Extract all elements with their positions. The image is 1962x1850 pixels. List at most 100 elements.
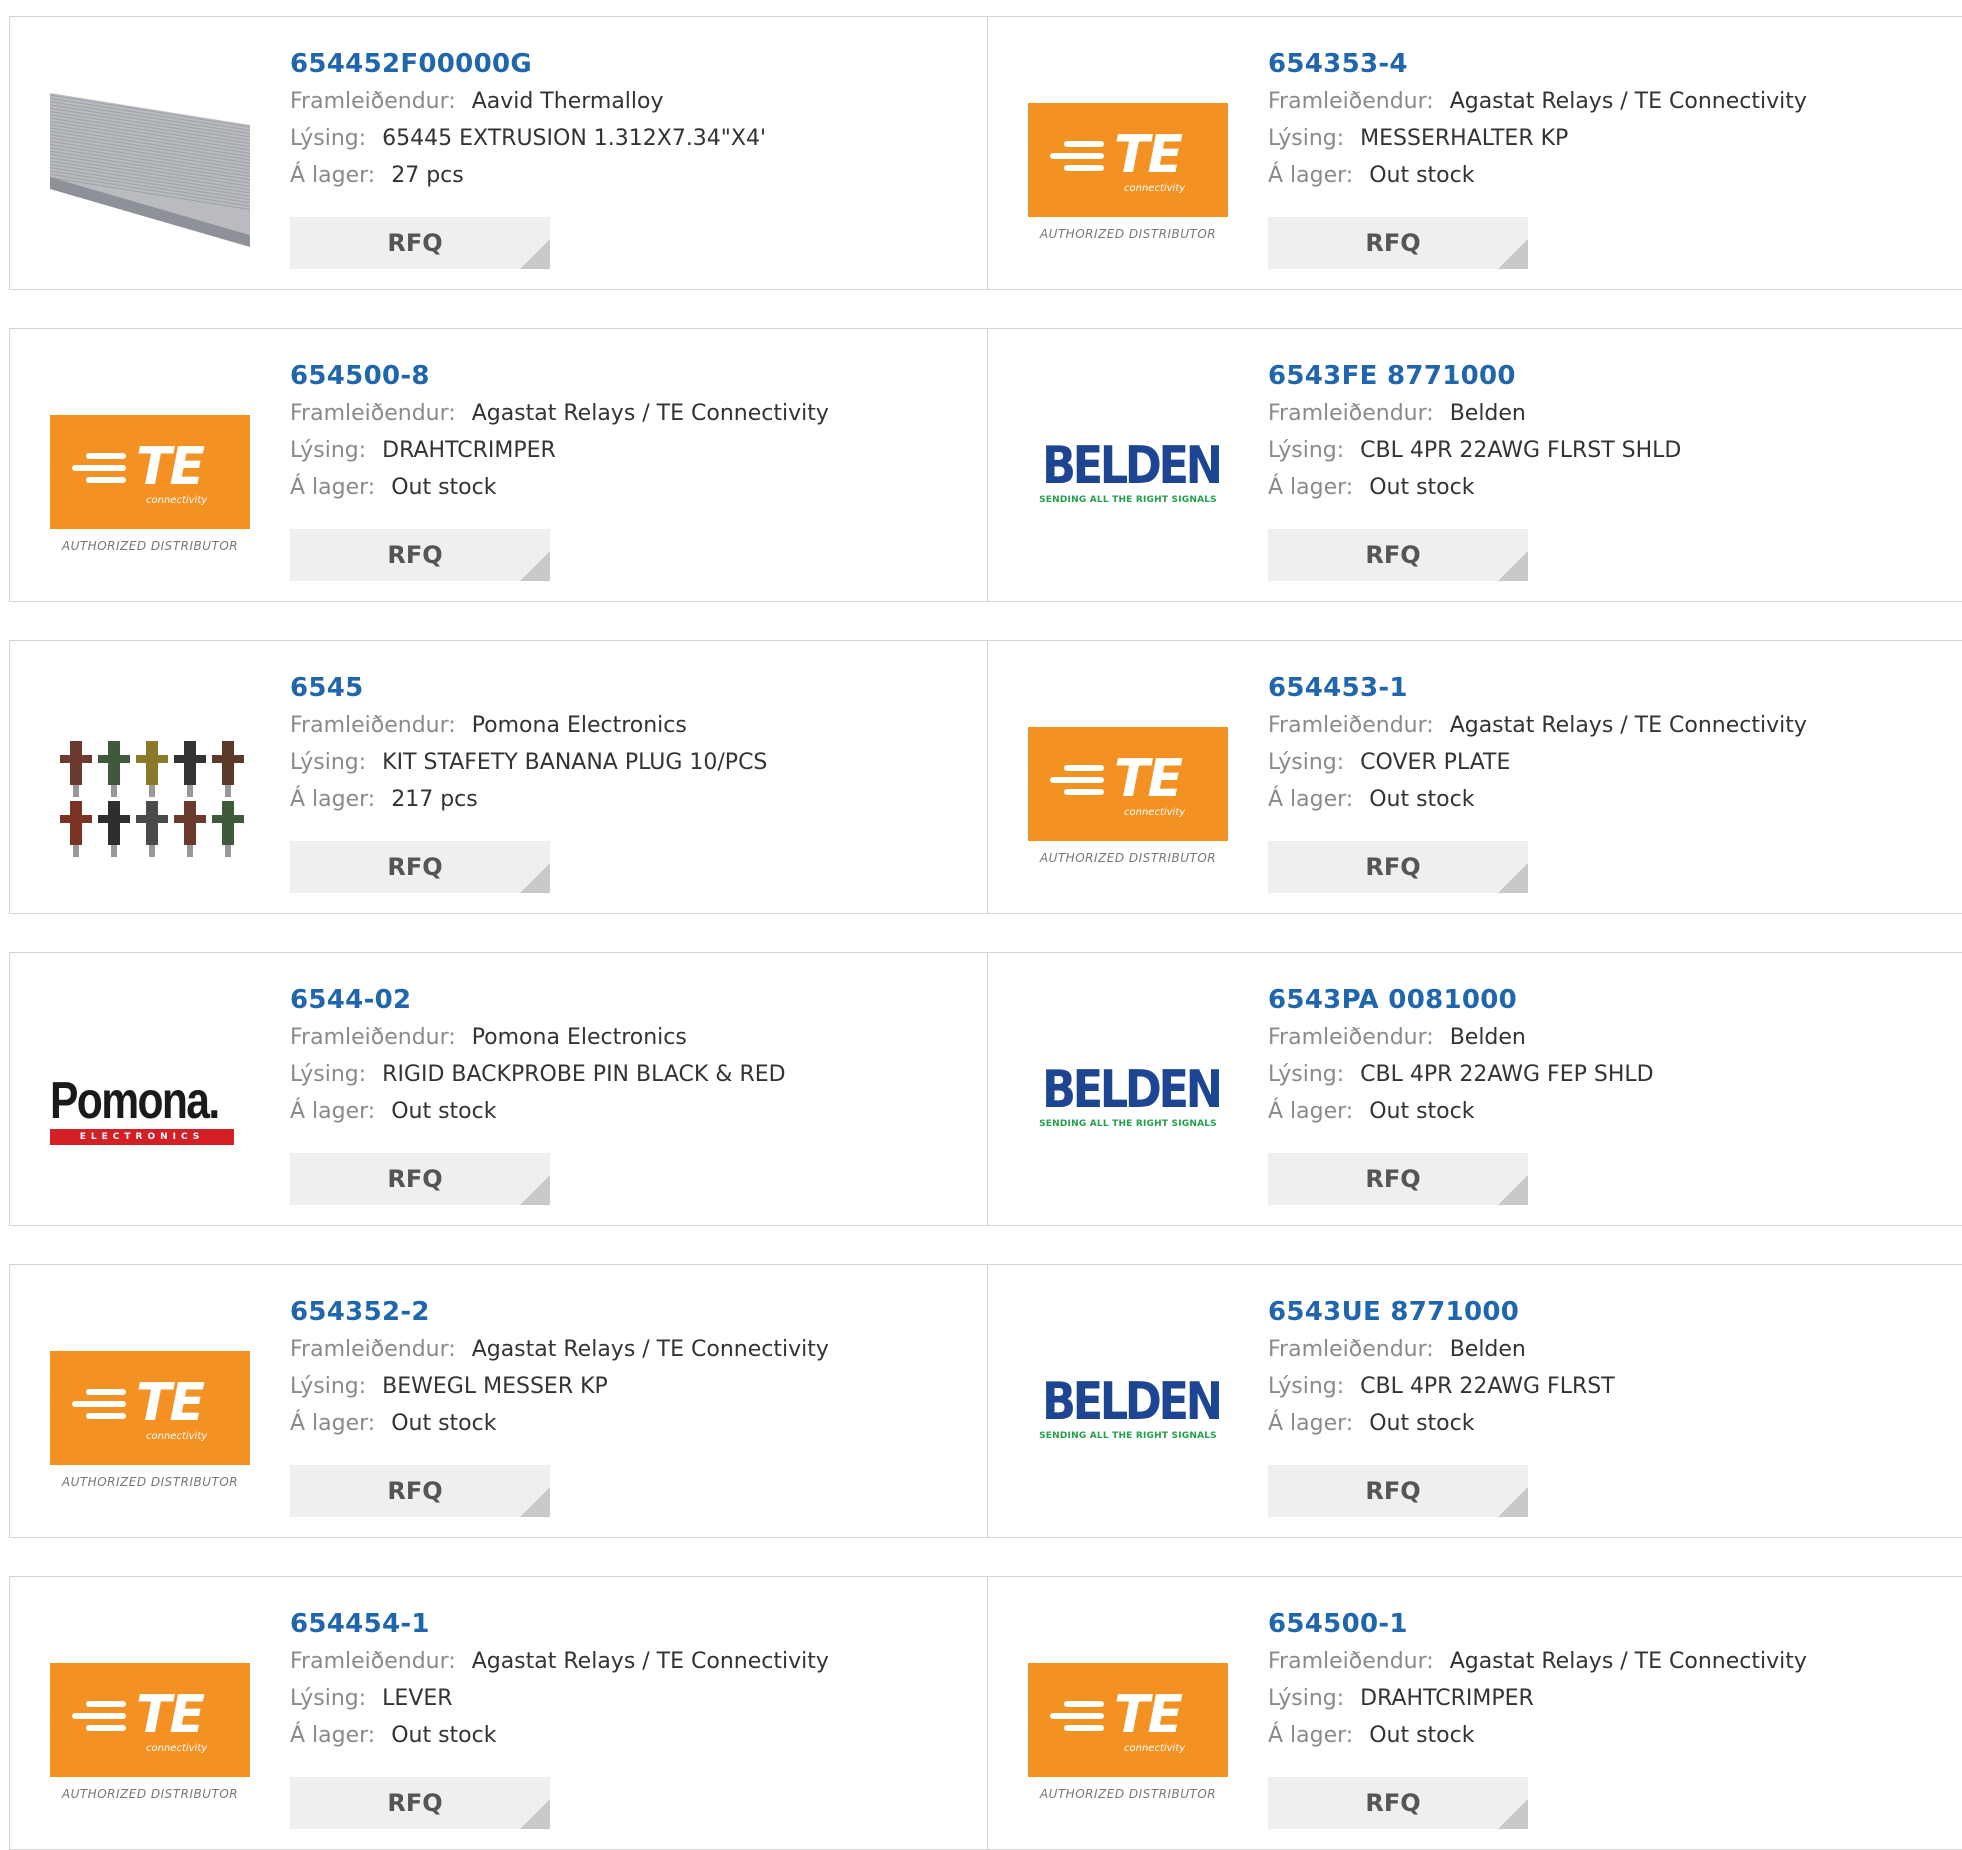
product-info: 654454-1 Framleiðendur: Agastat Relays / … — [290, 1605, 829, 1754]
manufacturer-label: Framleiðendur: — [1268, 89, 1434, 114]
stock-line: Á lager: 27 pcs — [290, 157, 766, 194]
manufacturer-line: Framleiðendur: Agastat Relays / TE Connec… — [1268, 707, 1807, 744]
rfq-button[interactable]: RFQ — [290, 529, 550, 581]
description-line: Lýsing: COVER PLATE — [1268, 744, 1807, 781]
rfq-label: RFQ — [387, 1789, 443, 1817]
te-logo-icon: TE connectivity — [50, 1351, 250, 1465]
rfq-button[interactable]: RFQ — [1268, 217, 1528, 269]
stock-label: Á lager: — [1268, 163, 1354, 188]
description-line: Lýsing: LEVER — [290, 1680, 829, 1717]
stock-value: Out stock — [391, 1411, 497, 1436]
description-value: LEVER — [382, 1686, 453, 1711]
product-image[interactable]: TE connectivity AUTHORIZED DISTRIBUTOR — [50, 1625, 250, 1815]
te-logo-icon: TE connectivity — [50, 415, 250, 529]
manufacturer-line: Framleiðendur: Pomona Electronics — [290, 1019, 786, 1056]
product-card: BELDEN SENDING ALL THE RIGHT SIGNALS 6543… — [987, 1265, 1962, 1537]
heatsink-icon — [49, 93, 251, 247]
description-label: Lýsing: — [290, 438, 367, 463]
part-number-link[interactable]: 6545 — [290, 669, 767, 707]
part-number-link[interactable]: 654454-1 — [290, 1605, 829, 1643]
product-image[interactable]: TE connectivity AUTHORIZED DISTRIBUTOR — [1028, 1625, 1228, 1815]
part-number-link[interactable]: 654500-8 — [290, 357, 829, 395]
corner-triangle-icon — [1498, 1799, 1528, 1829]
part-number-link[interactable]: 654500-1 — [1268, 1605, 1807, 1643]
stock-line: Á lager: Out stock — [1268, 469, 1681, 506]
description-line: Lýsing: DRAHTCRIMPER — [290, 432, 829, 469]
description-label: Lýsing: — [290, 750, 367, 775]
manufacturer-value: Agastat Relays / TE Connectivity — [1449, 89, 1807, 114]
description-value: BEWEGL MESSER KP — [382, 1374, 608, 1399]
stock-line: Á lager: Out stock — [1268, 1093, 1654, 1130]
product-row: TE connectivity AUTHORIZED DISTRIBUTOR 654… — [9, 328, 1962, 602]
stock-line: Á lager: Out stock — [1268, 781, 1807, 818]
stock-label: Á lager: — [290, 787, 376, 812]
part-number-link[interactable]: 654453-1 — [1268, 669, 1807, 707]
rfq-button[interactable]: RFQ — [290, 1153, 550, 1205]
description-line: Lýsing: DRAHTCRIMPER — [1268, 1680, 1807, 1717]
product-card: TE connectivity AUTHORIZED DISTRIBUTOR 654… — [987, 17, 1962, 289]
part-number-link[interactable]: 6544-02 — [290, 981, 786, 1019]
part-number-link[interactable]: 654353-4 — [1268, 45, 1807, 83]
description-label: Lýsing: — [290, 126, 367, 151]
product-image[interactable]: BELDEN SENDING ALL THE RIGHT SIGNALS — [1028, 1313, 1228, 1503]
manufacturer-value: Agastat Relays / TE Connectivity — [471, 1337, 829, 1362]
description-label: Lýsing: — [1268, 1686, 1345, 1711]
te-logo-icon: TE connectivity — [1028, 1663, 1228, 1777]
rfq-button[interactable]: RFQ — [1268, 841, 1528, 893]
manufacturer-value: Agastat Relays / TE Connectivity — [1449, 713, 1807, 738]
rfq-label: RFQ — [387, 229, 443, 257]
rfq-label: RFQ — [1365, 1165, 1421, 1193]
product-card: TE connectivity AUTHORIZED DISTRIBUTOR 654… — [987, 1577, 1962, 1849]
belden-logo-icon: BELDEN SENDING ALL THE RIGHT SIGNALS — [1039, 436, 1223, 505]
manufacturer-label: Framleiðendur: — [290, 1649, 456, 1674]
rfq-button[interactable]: RFQ — [1268, 1153, 1528, 1205]
manufacturer-line: Framleiðendur: Agastat Relays / TE Connec… — [290, 1331, 829, 1368]
stock-line: Á lager: Out stock — [290, 1717, 829, 1754]
manufacturer-value: Aavid Thermalloy — [471, 89, 664, 114]
corner-triangle-icon — [520, 1487, 550, 1517]
product-card: TE connectivity AUTHORIZED DISTRIBUTOR 654… — [10, 329, 987, 601]
stock-label: Á lager: — [1268, 1099, 1354, 1124]
product-image[interactable]: BELDEN SENDING ALL THE RIGHT SIGNALS — [1028, 1001, 1228, 1191]
product-image[interactable]: BELDEN SENDING ALL THE RIGHT SIGNALS — [1028, 377, 1228, 567]
belden-logo-icon: BELDEN SENDING ALL THE RIGHT SIGNALS — [1039, 1060, 1223, 1129]
part-number-link[interactable]: 654452F00000G — [290, 45, 766, 83]
stock-label: Á lager: — [1268, 1723, 1354, 1748]
part-number-link[interactable]: 654352-2 — [290, 1293, 829, 1331]
rfq-button[interactable]: RFQ — [290, 1777, 550, 1829]
te-logo-icon: TE connectivity — [50, 1663, 250, 1777]
part-number-link[interactable]: 6543FE 8771000 — [1268, 357, 1681, 395]
product-image[interactable]: TE connectivity AUTHORIZED DISTRIBUTOR — [1028, 689, 1228, 879]
te-logo-icon: TE connectivity — [1028, 103, 1228, 217]
product-image[interactable]: TE connectivity AUTHORIZED DISTRIBUTOR — [1028, 65, 1228, 255]
product-card: TE connectivity AUTHORIZED DISTRIBUTOR 654… — [987, 641, 1962, 913]
product-image[interactable]: Pomona. ELECTRONICS — [50, 1001, 250, 1191]
description-line: Lýsing: MESSERHALTER KP — [1268, 120, 1807, 157]
product-info: 6543UE 8771000 Framleiðendur: Belden Lýsi… — [1268, 1293, 1615, 1442]
rfq-button[interactable]: RFQ — [1268, 529, 1528, 581]
product-row: 654452F00000G Framleiðendur: Aavid Therma… — [9, 16, 1962, 290]
corner-triangle-icon — [520, 239, 550, 269]
rfq-button[interactable]: RFQ — [1268, 1777, 1528, 1829]
description-value: DRAHTCRIMPER — [1360, 1686, 1534, 1711]
description-line: Lýsing: CBL 4PR 22AWG FLRST SHLD — [1268, 432, 1681, 469]
stock-label: Á lager: — [290, 1411, 376, 1436]
corner-triangle-icon — [1498, 1175, 1528, 1205]
product-image[interactable] — [49, 65, 251, 255]
part-number-link[interactable]: 6543PA 0081000 — [1268, 981, 1654, 1019]
product-row: 6545 Framleiðendur: Pomona Electronics Lý… — [9, 640, 1962, 914]
description-value: CBL 4PR 22AWG FLRST — [1360, 1374, 1615, 1399]
description-label: Lýsing: — [1268, 1374, 1345, 1399]
product-image[interactable]: TE connectivity AUTHORIZED DISTRIBUTOR — [50, 1313, 250, 1503]
rfq-button[interactable]: RFQ — [290, 217, 550, 269]
rfq-button[interactable]: RFQ — [290, 841, 550, 893]
corner-triangle-icon — [520, 551, 550, 581]
rfq-button[interactable]: RFQ — [1268, 1465, 1528, 1517]
product-image[interactable] — [50, 689, 250, 879]
manufacturer-value: Agastat Relays / TE Connectivity — [1449, 1649, 1807, 1674]
rfq-label: RFQ — [387, 541, 443, 569]
part-number-link[interactable]: 6543UE 8771000 — [1268, 1293, 1615, 1331]
stock-value: Out stock — [1369, 787, 1475, 812]
rfq-button[interactable]: RFQ — [290, 1465, 550, 1517]
product-image[interactable]: TE connectivity AUTHORIZED DISTRIBUTOR — [50, 377, 250, 567]
